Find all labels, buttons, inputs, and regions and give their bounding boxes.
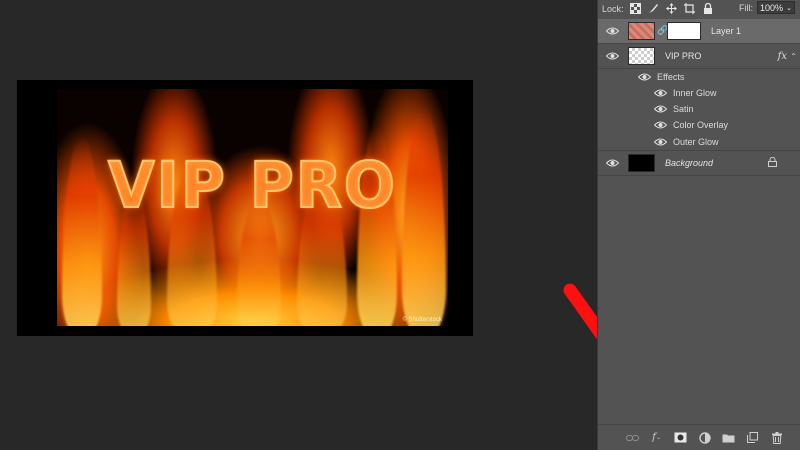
visibility-eye-icon[interactable] (605, 51, 619, 61)
vip-pro-text: VIP PRO (107, 148, 397, 224)
effect-label: Inner Glow (673, 88, 717, 98)
layer-name[interactable]: Layer 1 (711, 26, 741, 36)
layer-row-layer-1[interactable]: 🔗 Layer 1 (598, 19, 800, 44)
effects-group[interactable]: Effects (598, 69, 800, 85)
fill-input[interactable]: 100% ⌄ (757, 1, 795, 14)
layers-bottom-toolbar: f ⌄ (598, 424, 800, 450)
delete-layer-icon[interactable] (770, 431, 783, 444)
lock-position-icon[interactable] (666, 3, 678, 15)
effect-satin[interactable]: Satin (598, 101, 800, 117)
effect-color-overlay[interactable]: Color Overlay (598, 117, 800, 133)
layer-name[interactable]: Background (665, 158, 713, 168)
collapse-effects-icon[interactable]: ⌃ (790, 52, 797, 61)
fill-control: Fill: 100% ⌄ (739, 1, 795, 14)
lock-bar: Lock: Fill: 100% ⌄ (598, 0, 800, 17)
effect-label: Satin (673, 104, 694, 114)
fill-value: 100% (760, 2, 784, 13)
visibility-eye-icon[interactable] (653, 104, 667, 114)
canvas-workspace[interactable]: VIP PRO © Shutterstock (0, 0, 597, 450)
visibility-eye-icon[interactable] (653, 137, 667, 147)
layer-thumbnail (628, 47, 655, 65)
mask-link-icon[interactable]: 🔗 (657, 25, 668, 37)
layer-thumbnail (628, 154, 655, 172)
effect-inner-glow[interactable]: Inner Glow (598, 85, 800, 101)
visibility-eye-icon[interactable] (653, 120, 667, 130)
new-group-icon[interactable] (722, 431, 735, 444)
lock-transparent-pixels-icon[interactable] (630, 3, 642, 15)
fill-label: Fill: (739, 2, 753, 13)
fx-icon[interactable]: fx (778, 51, 787, 62)
new-layer-icon[interactable] (746, 431, 759, 444)
visibility-eye-icon[interactable] (637, 72, 651, 82)
effect-outer-glow[interactable]: Outer Glow (598, 133, 800, 151)
document-canvas[interactable]: VIP PRO © Shutterstock (17, 80, 473, 336)
effect-label: Color Overlay (673, 120, 729, 130)
effect-label: Outer Glow (673, 136, 719, 147)
layer-mask-thumbnail[interactable] (667, 22, 701, 40)
lock-icon (768, 156, 777, 169)
layers-list: 🔗 Layer 1 VIP PRO fx ⌃ Effects Inner Glo… (598, 19, 800, 176)
fire-artwork: VIP PRO © Shutterstock (57, 89, 448, 326)
lock-artboard-icon[interactable] (684, 3, 696, 15)
visibility-eye-icon[interactable] (653, 88, 667, 98)
lock-all-icon[interactable] (702, 3, 714, 15)
effects-label: Effects (657, 72, 685, 82)
layer-row-background[interactable]: Background (598, 151, 800, 176)
layer-name[interactable]: VIP PRO (665, 51, 701, 61)
lock-label: Lock: (602, 3, 624, 14)
lock-image-pixels-icon[interactable] (648, 3, 660, 15)
link-layers-icon[interactable] (626, 431, 639, 444)
layers-panel: Lock: Fill: 100% ⌄ 🔗 Layer 1 VIP PRO fx … (597, 0, 800, 450)
add-layer-mask-icon[interactable] (674, 431, 687, 444)
adjustment-layer-icon[interactable] (698, 431, 711, 444)
layer-thumbnail (628, 22, 655, 40)
add-layer-style-icon[interactable]: f ⌄ (650, 431, 663, 444)
visibility-eye-icon[interactable] (605, 26, 619, 36)
watermark: © Shutterstock (402, 317, 442, 323)
chevron-down-icon[interactable]: ⌄ (786, 4, 792, 12)
visibility-eye-icon[interactable] (605, 158, 619, 168)
layer-row-vip-pro[interactable]: VIP PRO fx ⌃ (598, 44, 800, 69)
